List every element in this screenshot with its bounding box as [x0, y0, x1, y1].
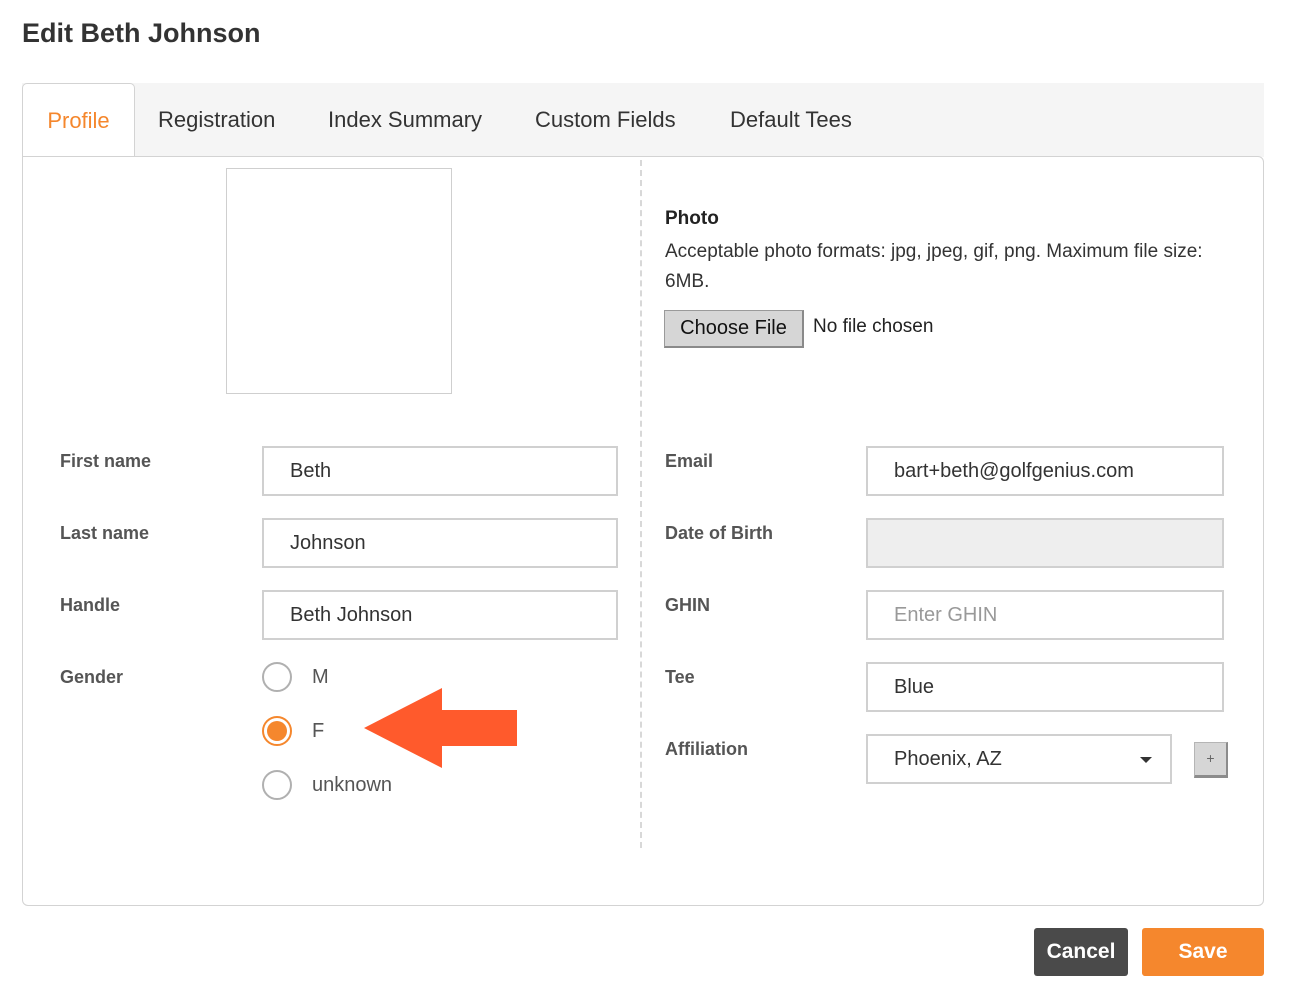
handle-label: Handle [60, 595, 121, 615]
file-status: No file chosen [813, 316, 934, 337]
photo-help-text: Acceptable photo formats: jpg, jpeg, gif… [665, 241, 1203, 292]
affiliation-select[interactable]: Phoenix, AZ [866, 734, 1172, 784]
tab-registration[interactable]: Registration [158, 83, 275, 157]
last-name-label: Last name [60, 523, 150, 543]
add-affiliation-button[interactable]: + [1194, 742, 1228, 778]
gender-option-f-label: F [312, 720, 325, 742]
tab-profile[interactable]: Profile [22, 83, 135, 159]
first-name-field[interactable]: Beth [262, 446, 618, 496]
gender-label: Gender [60, 667, 124, 687]
tab-bar: Profile Registration Index Summary Custo… [22, 83, 1264, 159]
handle-field[interactable]: Beth Johnson [262, 590, 618, 640]
photo-preview [226, 168, 452, 394]
first-name-label: First name [60, 451, 152, 471]
affiliation-value: Phoenix, AZ [894, 748, 1002, 770]
cancel-button[interactable]: Cancel [1034, 928, 1128, 976]
ghin-label: GHIN [665, 595, 710, 615]
gender-radio-m[interactable] [262, 662, 292, 692]
date-of-birth-label: Date of Birth [665, 523, 773, 543]
gender-radio-f[interactable] [262, 716, 292, 746]
choose-file-button[interactable]: Choose File [664, 310, 804, 348]
gender-radio-unknown[interactable] [262, 770, 292, 800]
tab-default-tees[interactable]: Default Tees [730, 83, 852, 157]
date-of-birth-field [866, 518, 1224, 568]
photo-title: Photo [665, 208, 719, 229]
arrow-left-icon [364, 688, 517, 768]
gender-option-m-label: M [312, 666, 329, 688]
email-field[interactable]: bart+beth@golfgenius.com [866, 446, 1224, 496]
gender-option-unknown-label: unknown [312, 774, 393, 796]
page-title: Edit Beth Johnson [22, 18, 261, 48]
tab-index-summary[interactable]: Index Summary [328, 83, 482, 157]
email-label: Email [665, 451, 714, 471]
tee-field[interactable]: Blue [866, 662, 1224, 712]
last-name-field[interactable]: Johnson [262, 518, 618, 568]
chevron-down-icon [1140, 757, 1152, 763]
affiliation-label: Affiliation [665, 739, 748, 759]
column-divider [640, 160, 642, 848]
tee-label: Tee [665, 667, 695, 687]
ghin-field[interactable]: Enter GHIN [866, 590, 1224, 640]
save-button[interactable]: Save [1142, 928, 1264, 976]
tab-custom-fields[interactable]: Custom Fields [535, 83, 676, 157]
